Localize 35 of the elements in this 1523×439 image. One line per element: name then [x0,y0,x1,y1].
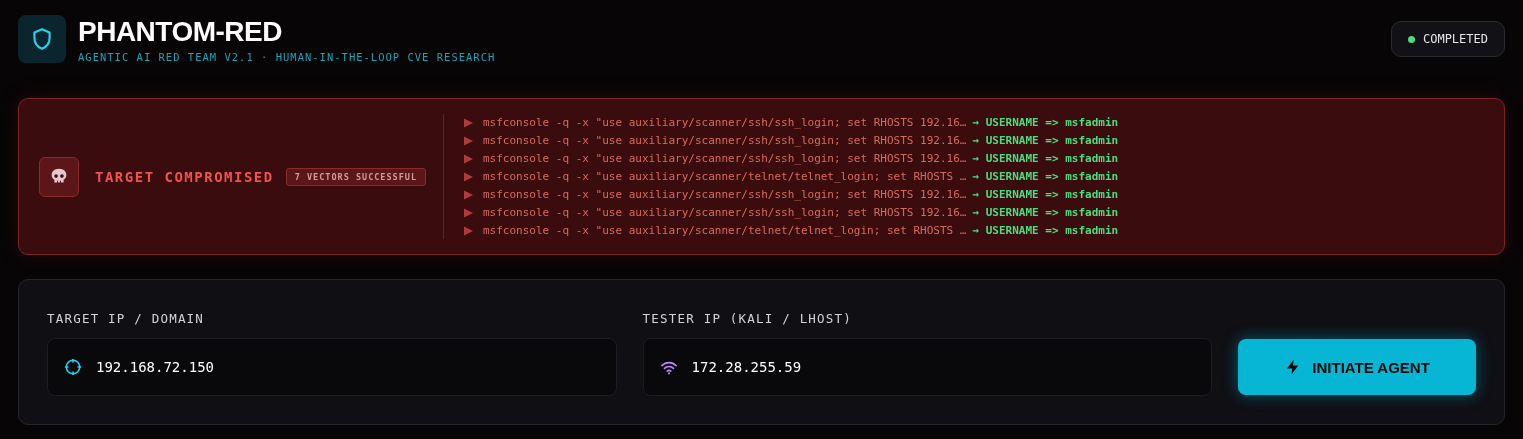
wifi-icon [659,359,678,375]
log-result: → USERNAME => msfadmin [972,205,1119,220]
play-icon [464,189,473,200]
crosshair-icon [64,358,82,376]
log-result: → USERNAME => msfadmin [972,187,1119,202]
play-icon [464,207,473,218]
log-result: → USERNAME => msfadmin [972,133,1119,148]
play-icon [464,117,473,128]
app-subtitle: AGENTIC AI RED TEAM V2.1 · HUMAN-IN-THE-LOOP CVE RESEARCH [78,51,496,63]
play-icon [464,135,473,146]
shield-icon [18,15,66,63]
log-command: msfconsole -q -x "use auxiliary/scanner/ssh/ssh_login; set RHOSTS 192.16… [483,151,967,166]
status-badge: COMPLETED [1390,21,1505,57]
log-result: → USERNAME => msfadmin [972,223,1119,238]
play-icon [464,171,473,182]
app-title: PHANTOM-RED [78,15,283,49]
play-icon [464,225,473,236]
ip-input-field[interactable]: 172.28.255.59 [642,338,1213,396]
log-result: → USERNAME => msfadmin [972,151,1119,166]
skull-icon [39,156,79,197]
log-command: msfconsole -q -x "use auxiliary/scanner/ssh/ssh_login; set RHOSTS 192.16… [483,187,967,202]
alert-title: TARGET COMPROMISED [95,168,274,185]
play-icon [464,153,473,164]
field-label: TESTER IP (KALI / LHOST) [642,311,852,326]
ip-input-field[interactable]: 192.168.72.150 [47,338,617,396]
log-command: msfconsole -q -x "use auxiliary/scanner/ssh/ssh_login; set RHOSTS 192.16… [483,205,967,220]
log-command: msfconsole -q -x "use auxiliary/scanner/telnet/telnet_login; set RHOSTS … [483,169,967,184]
log-result: → USERNAME => msfadmin [972,115,1119,130]
field-label: TARGET IP / DOMAIN [47,311,205,326]
log-result: → USERNAME => msfadmin [972,169,1119,184]
vectors-badge: 7 VECTORS SUCCESSFUL [285,167,427,186]
initiate-agent-button[interactable]: INITIATE AGENT [1238,339,1476,395]
log-command: msfconsole -q -x "use auxiliary/scanner/telnet/telnet_login; set RHOSTS … [483,223,967,238]
log-command: msfconsole -q -x "use auxiliary/scanner/ssh/ssh_login; set RHOSTS 192.16… [483,115,967,130]
log-command: msfconsole -q -x "use auxiliary/scanner/ssh/ssh_login; set RHOSTS 192.16… [483,133,967,148]
